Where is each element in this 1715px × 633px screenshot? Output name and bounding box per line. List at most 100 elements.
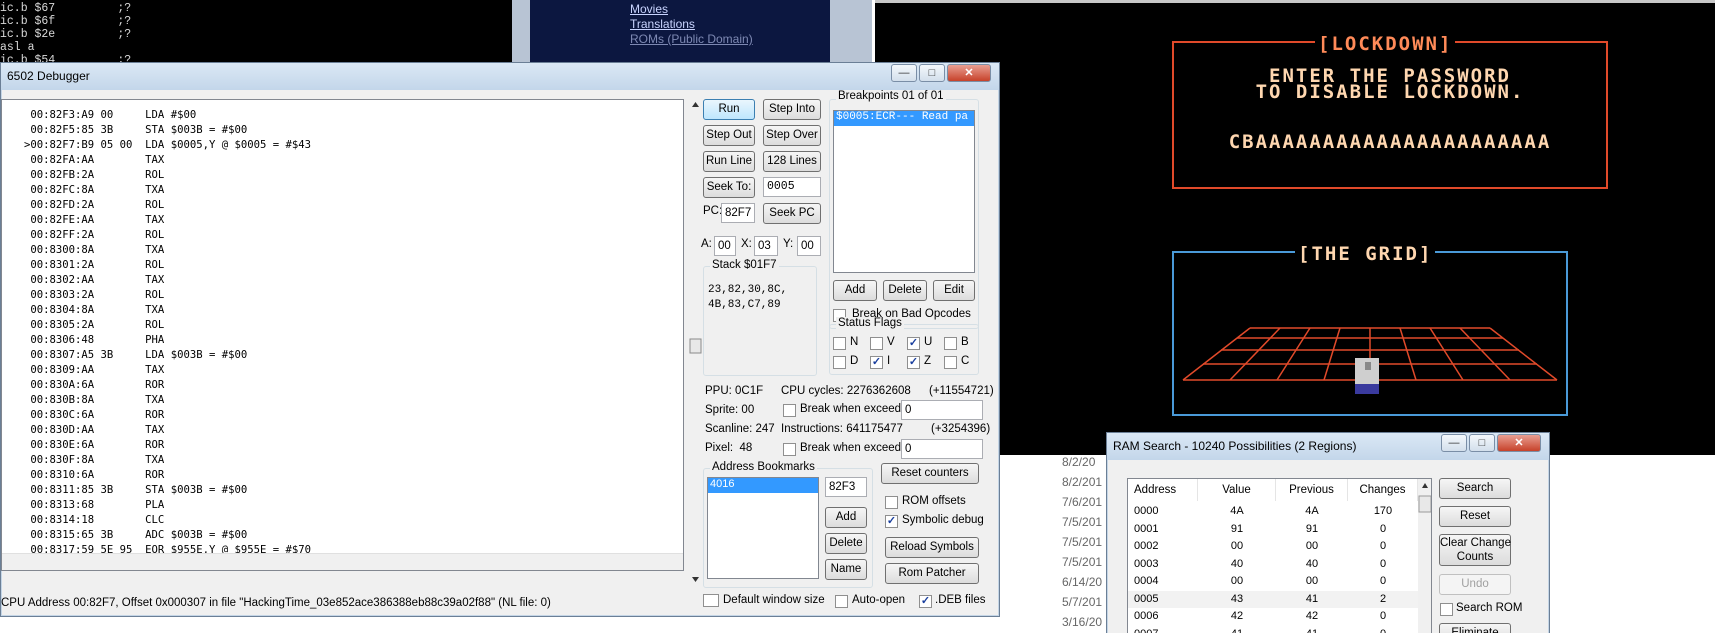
disassembly-line[interactable]: 00:830B:8A TXA [24, 393, 164, 408]
disassembly-line[interactable]: 00:8304:8A TXA [24, 303, 164, 318]
disassembly-line[interactable]: 00:82FF:2A ROL [24, 228, 164, 243]
flag-z-checkbox[interactable]: ✓ [907, 356, 920, 369]
reset-button[interactable]: Reset [1439, 506, 1511, 527]
y-register-input[interactable]: 00 [797, 236, 821, 256]
disassembly-line[interactable]: 00:82F3:A9 00 LDA #$00 [24, 108, 196, 123]
flag-d-checkbox[interactable] [833, 356, 846, 369]
disassembly-horizontal-scrollbar[interactable] [2, 553, 683, 570]
reload-symbols-button[interactable]: Reload Symbols [885, 537, 979, 558]
maximize-button[interactable]: □ [919, 64, 945, 82]
disassembly-line[interactable]: 00:8311:85 3B STA $003B = #$00 [24, 483, 247, 498]
flag-n-checkbox[interactable] [833, 337, 846, 350]
128-lines-button[interactable]: 128 Lines [763, 151, 821, 172]
ram-row[interactable]: 0004 00 00 0 [1128, 573, 1418, 590]
step-out-button[interactable]: Step Out [703, 125, 755, 146]
step-into-button[interactable]: Step Into [763, 99, 821, 120]
disassembly-view[interactable]: 00:82F3:A9 00 LDA #$00 00:82F5:85 3B STA… [1, 99, 684, 571]
reset-counters-button[interactable]: Reset counters [881, 463, 979, 484]
edit-breakpoint-button[interactable]: Edit [933, 280, 975, 301]
flag-i-checkbox[interactable]: ✓ [870, 356, 883, 369]
column-address[interactable]: Address [1128, 479, 1198, 501]
run-button[interactable]: Run [703, 99, 755, 120]
undo-button[interactable]: Undo [1439, 574, 1511, 595]
break-instructions-input[interactable]: 0 [901, 439, 983, 459]
name-bookmark-button[interactable]: Name [825, 559, 867, 580]
flag-c-checkbox[interactable] [944, 356, 957, 369]
column-value[interactable]: Value [1198, 479, 1276, 501]
ram-row[interactable]: 0005 43 41 2 [1128, 590, 1418, 608]
clear-change-counts-button[interactable]: Clear Change Counts [1439, 534, 1511, 566]
pc-input[interactable]: 82F7 [721, 203, 755, 223]
disassembly-scrollbar[interactable] [689, 99, 702, 589]
disassembly-line[interactable]: 00:830A:6A ROR [24, 378, 164, 393]
ram-results-list[interactable]: Address Value Previous Changes 0000 4A 4A 1… [1127, 478, 1432, 633]
disassembly-line[interactable]: 00:82FD:2A ROL [24, 198, 164, 213]
breakpoint-item[interactable]: $0005:ECR--- Read pa [834, 111, 974, 126]
breakpoints-list[interactable]: $0005:ECR--- Read pa [833, 110, 975, 273]
disassembly-line[interactable]: 00:8302:AA TAX [24, 273, 164, 288]
ram-scrollbar[interactable] [1418, 479, 1432, 633]
column-previous[interactable]: Previous [1276, 479, 1348, 501]
disassembly-line[interactable]: >00:82F7:B9 05 00 LDA $0005,Y @ $0005 = … [24, 138, 311, 153]
break-cycles-checkbox[interactable] [783, 404, 796, 417]
seek-to-input[interactable]: 0005 [763, 177, 821, 197]
link-movies[interactable]: Movies [630, 2, 668, 16]
ram-row[interactable]: 000741410 [1128, 626, 1418, 633]
search-rom-checkbox[interactable] [1440, 603, 1453, 616]
bookmark-item[interactable]: 4016 [708, 478, 818, 493]
ram-row[interactable]: 0002 00 00 0 [1128, 538, 1418, 555]
disassembly-line[interactable]: 00:8306:48 PHA [24, 333, 164, 348]
break-instructions-checkbox[interactable] [783, 443, 796, 456]
rom-offsets-checkbox[interactable] [885, 496, 898, 509]
ram-row[interactable]: 0001 91 91 0 [1128, 521, 1418, 538]
disassembly-line[interactable]: 00:8315:65 3B ADC $003B = #$00 [24, 528, 247, 543]
ram-maximize-button[interactable]: □ [1469, 434, 1495, 452]
disassembly-line[interactable]: 00:8309:AA TAX [24, 363, 164, 378]
break-cycles-input[interactable]: 0 [901, 400, 983, 420]
ram-row[interactable]: 0003 40 40 0 [1128, 556, 1418, 573]
disassembly-line[interactable]: 00:8307:A5 3B LDA $003B = #$00 [24, 348, 247, 363]
seek-pc-button[interactable]: Seek PC [763, 203, 821, 224]
ram-search-titlebar[interactable]: RAM Search - 10240 Possibilities (2 Regi… [1107, 433, 1549, 460]
disassembly-line[interactable]: 00:830E:6A ROR [24, 438, 164, 453]
seek-to-button[interactable]: Seek To: [703, 177, 755, 198]
delete-bookmark-button[interactable]: Delete [825, 533, 867, 554]
auto-open-checkbox[interactable] [835, 595, 848, 608]
disassembly-line[interactable]: 00:8310:6A ROR [24, 468, 164, 483]
flag-v-checkbox[interactable] [870, 337, 883, 350]
disassembly-line[interactable]: 00:8313:68 PLA [24, 498, 164, 513]
add-breakpoint-button[interactable]: Add [833, 280, 877, 301]
stack-contents[interactable]: 23,82,30,8C, 4B,83,C7,89 [708, 283, 787, 313]
ram-close-button[interactable]: ✕ [1497, 434, 1541, 452]
a-register-input[interactable]: 00 [714, 236, 736, 256]
disassembly-line[interactable]: 00:82FE:AA TAX [24, 213, 164, 228]
x-register-input[interactable]: 03 [754, 236, 778, 256]
debugger-titlebar[interactable]: 6502 Debugger — □ ✕ [1, 63, 999, 90]
disassembly-line[interactable]: 00:82FB:2A ROL [24, 168, 164, 183]
disassembly-line[interactable]: 00:82F5:85 3B STA $003B = #$00 [24, 123, 247, 138]
ram-minimize-button[interactable]: — [1441, 434, 1467, 452]
default-window-size-checkbox[interactable] [703, 594, 719, 607]
disassembly-line[interactable]: 00:830D:AA TAX [24, 423, 164, 438]
disassembly-line[interactable]: 00:830C:6A ROR [24, 408, 164, 423]
add-bookmark-button[interactable]: Add [825, 507, 867, 528]
run-line-button[interactable]: Run Line [703, 151, 755, 172]
step-over-button[interactable]: Step Over [763, 125, 821, 146]
disassembly-line[interactable]: 00:8314:18 CLC [24, 513, 164, 528]
rom-patcher-button[interactable]: Rom Patcher [885, 563, 979, 584]
flag-b-checkbox[interactable] [944, 337, 957, 350]
disassembly-line[interactable]: 00:8303:2A ROL [24, 288, 164, 303]
bookmarks-list[interactable]: 4016 [707, 477, 819, 579]
ram-row[interactable]: 0006 42 42 0 [1128, 608, 1418, 625]
close-button[interactable]: ✕ [947, 64, 991, 82]
link-roms[interactable]: ROMs (Public Domain) [630, 32, 753, 46]
symbolic-debug-checkbox[interactable]: ✓ [885, 515, 898, 528]
disassembly-line[interactable]: 00:8305:2A ROL [24, 318, 164, 333]
flag-u-checkbox[interactable]: ✓ [907, 337, 920, 350]
disassembly-line[interactable]: 00:8301:2A ROL [24, 258, 164, 273]
bookmark-address-input[interactable]: 82F3 [825, 477, 867, 497]
ram-row[interactable]: 0000 4A 4A 170 [1128, 503, 1418, 520]
delete-breakpoint-button[interactable]: Delete [883, 280, 927, 301]
minimize-button[interactable]: — [891, 64, 917, 82]
disassembly-line[interactable]: 00:82FA:AA TAX [24, 153, 164, 168]
